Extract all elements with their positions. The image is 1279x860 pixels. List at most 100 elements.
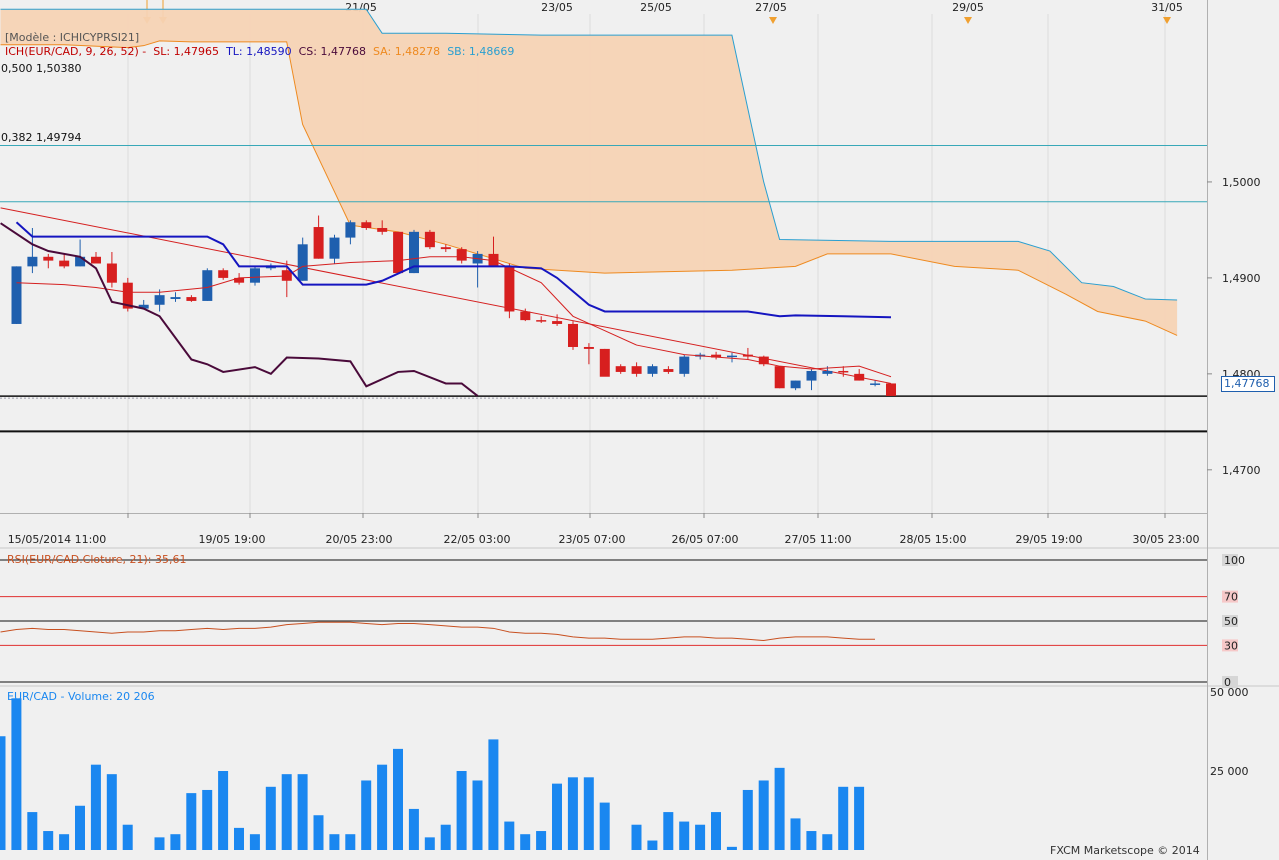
x-tick-label: 22/05 03:00 — [444, 533, 511, 546]
volume-bar — [345, 834, 356, 850]
candle-body — [774, 366, 785, 389]
volume-bar — [599, 802, 610, 850]
legend-cs: CS: 1,47768 — [298, 45, 366, 58]
volume-bar — [424, 837, 435, 850]
candle-body — [727, 355, 737, 358]
candle-body — [806, 370, 817, 381]
model-label: [Modèle : ICHICYPRSI21] — [5, 31, 140, 44]
volume-tick-label: 50 000 — [1210, 686, 1249, 699]
rsi-label: RSI(EUR/CAD.Cloture, 21): 35,61 — [7, 553, 187, 566]
rsi-panel — [0, 550, 1207, 685]
candle-body — [329, 237, 340, 259]
rsi-level-label: 100 — [1224, 554, 1245, 567]
candle-body — [218, 270, 229, 278]
x-tick-label: 30/05 23:00 — [1133, 533, 1200, 546]
volume-bar — [838, 786, 849, 850]
volume-bar — [377, 764, 388, 850]
x-tick-label: 26/05 07:00 — [672, 533, 739, 546]
top-date-label: 23/05 — [541, 1, 573, 14]
volume-bar — [361, 780, 372, 850]
volume-label: EUR/CAD - Volume: 20 206 — [7, 690, 155, 703]
candle-body — [91, 256, 101, 264]
x-tick-label: 19/05 19:00 — [199, 533, 266, 546]
volume-bar — [249, 834, 260, 850]
fib-500-label: 0,500 1,50380 — [1, 62, 82, 75]
candle-body — [583, 346, 594, 349]
candle-body — [870, 383, 881, 385]
volume-bar — [726, 846, 737, 850]
fib-382-label: 0,382 1,49794 — [1, 131, 82, 144]
candle-body — [886, 383, 896, 396]
candle-body — [663, 369, 674, 372]
chart-canvas: 21/05 23/05 25/05 27/05 29/05 31/0515/05/2014… — [0, 0, 1279, 860]
volume-tick-label: 25 000 — [1210, 765, 1249, 778]
candle-body — [202, 270, 213, 301]
volume-bar — [552, 783, 562, 850]
candle-body — [424, 231, 435, 248]
volume-bar — [854, 786, 865, 850]
legend-tl: TL: 1,48590 — [226, 45, 292, 58]
candle-body — [536, 320, 547, 322]
volume-bar — [536, 831, 547, 850]
volume-bar — [329, 834, 340, 850]
top-date-label: 31/05 — [1151, 1, 1183, 14]
candle-body — [822, 370, 833, 374]
top-date-label: 25/05 — [640, 1, 672, 14]
volume-bar — [59, 834, 70, 850]
x-tick-label: 27/05 11:00 — [785, 533, 852, 546]
candle-body — [313, 227, 324, 259]
volume-bar — [27, 812, 38, 850]
rsi-level-label: 50 — [1224, 615, 1238, 628]
volume-bar — [774, 767, 785, 850]
volume-bar — [488, 739, 499, 850]
volume-bar — [106, 774, 117, 850]
candle-body — [106, 263, 117, 283]
candle-body — [520, 311, 531, 321]
volume-bar — [0, 736, 6, 850]
volume-bar — [647, 840, 658, 850]
volume-bar — [170, 834, 181, 850]
candle-body — [27, 256, 38, 267]
top-date-label: 27/05 — [755, 1, 787, 14]
volume-bar — [567, 777, 578, 850]
volume-bar — [583, 777, 594, 850]
volume-bar — [297, 774, 308, 850]
ichimoku-prefix: ICH(EUR/CAD, 9, 26, 52) - — [5, 45, 147, 58]
volume-bar — [663, 812, 674, 850]
volume-bar — [440, 824, 451, 850]
candle-body — [679, 356, 690, 374]
candle-body — [552, 321, 563, 324]
candle-body — [170, 297, 181, 300]
volume-bar — [822, 834, 833, 850]
volume-bar — [790, 818, 801, 850]
candle-body — [854, 373, 865, 381]
rsi-level-label: 70 — [1224, 591, 1238, 604]
candle-body — [186, 297, 197, 301]
top-date-label: 29/05 — [952, 1, 984, 14]
candle-body — [504, 266, 515, 312]
volume-bar — [186, 793, 197, 850]
candle-body — [647, 366, 658, 374]
candle-body — [250, 268, 260, 283]
volume-bar — [218, 771, 229, 850]
volume-bar — [742, 789, 753, 850]
x-tick-label: 15/05/2014 11:00 — [8, 533, 107, 546]
candle-body — [838, 370, 849, 373]
legend-sa: SA: 1,48278 — [372, 45, 441, 58]
volume-bar — [234, 827, 244, 850]
volume-bar — [202, 789, 213, 850]
volume-bar — [393, 748, 403, 850]
volume-bar — [154, 837, 165, 850]
volume-bar — [806, 831, 817, 850]
candle-body — [615, 366, 626, 372]
y-tick-label: 1,5000 — [1222, 176, 1261, 189]
volume-bar — [11, 698, 22, 850]
volume-bar — [631, 824, 642, 850]
candle-body — [154, 295, 165, 305]
volume-bar — [90, 764, 101, 850]
volume-bar — [75, 805, 85, 850]
watermark: FXCM Marketscope © 2014 — [1050, 844, 1200, 857]
last-price-tag: 1,47768 — [1221, 376, 1275, 392]
legend-sl: SL: 1,47965 — [153, 45, 220, 58]
x-tick-label: 29/05 19:00 — [1016, 533, 1083, 546]
